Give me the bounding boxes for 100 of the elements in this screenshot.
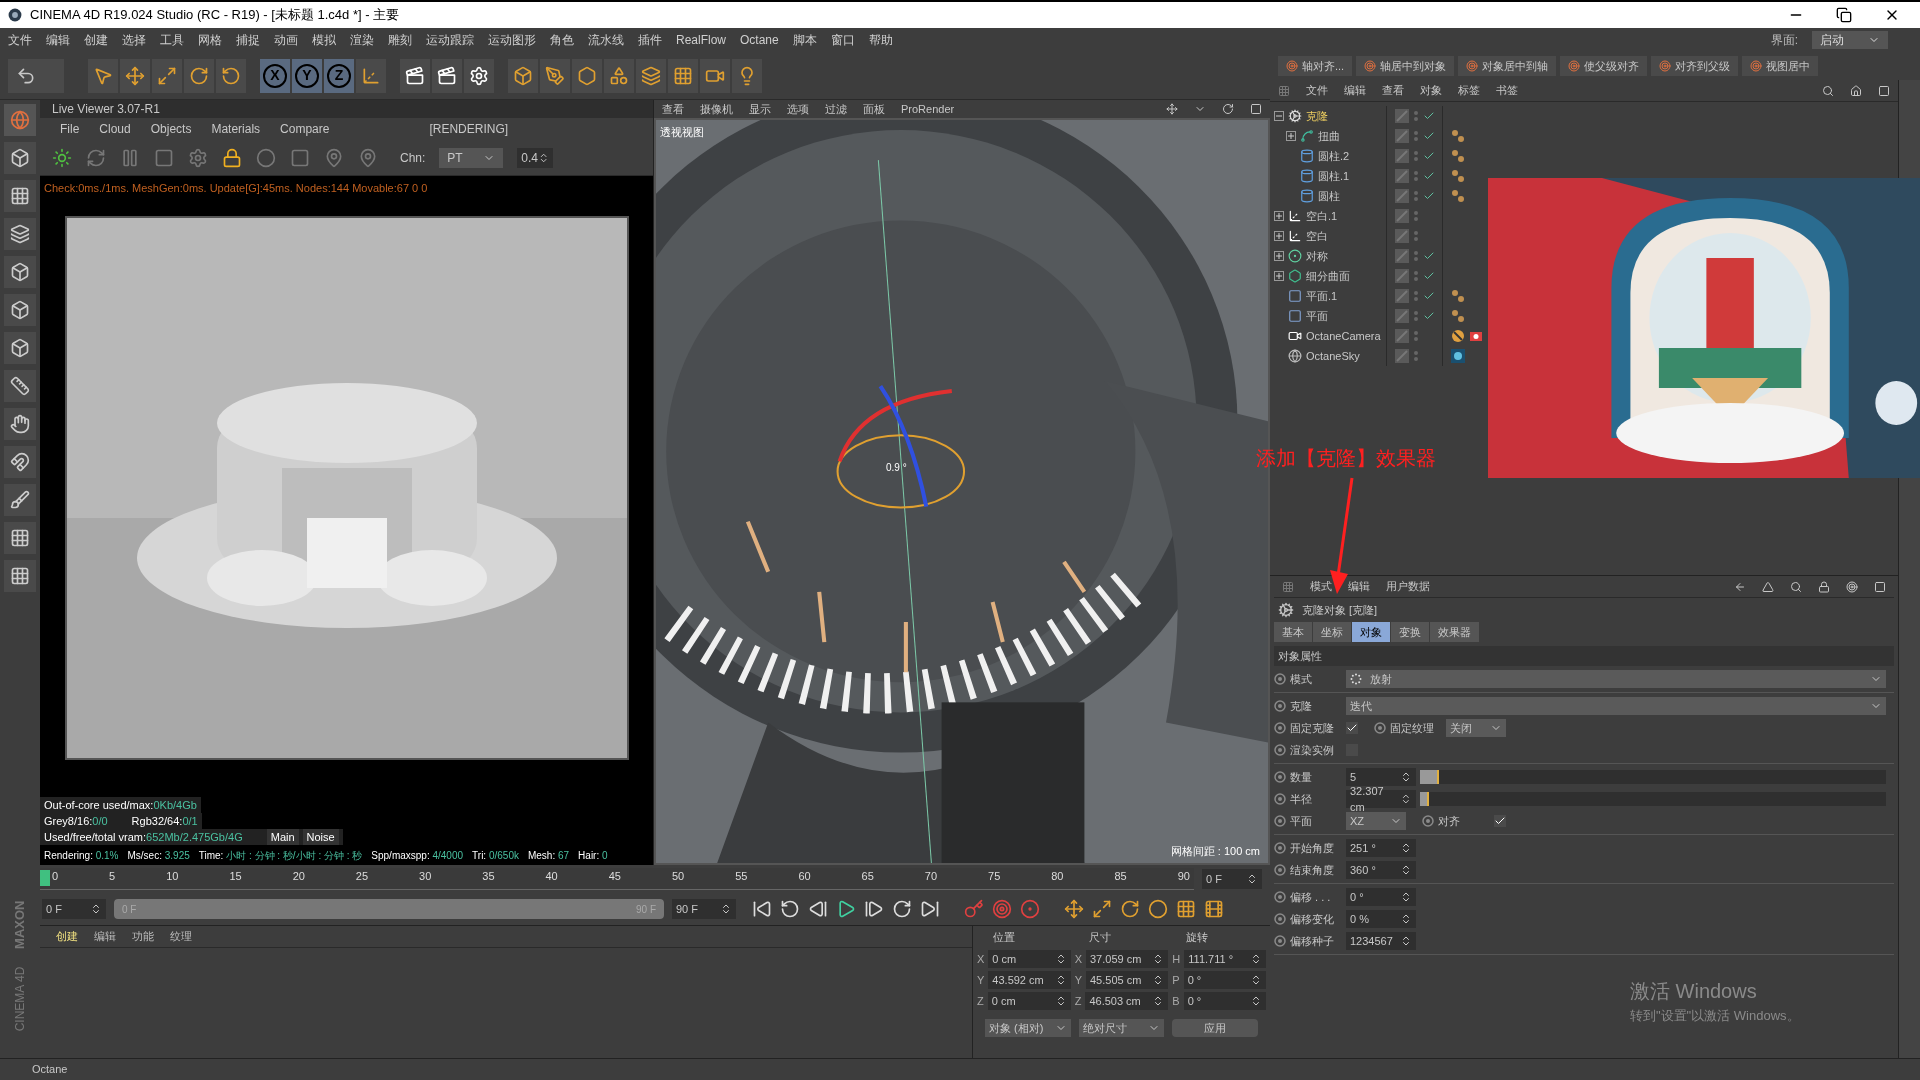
menu-item[interactable]: 工具 bbox=[160, 31, 184, 49]
dropdown[interactable]: XZ bbox=[1346, 812, 1406, 830]
dropdown[interactable]: 迭代 bbox=[1346, 697, 1886, 715]
channel-value-field[interactable]: 0.4 bbox=[517, 147, 554, 168]
menu-item[interactable]: 动画 bbox=[274, 31, 298, 49]
object-name[interactable]: 空白 bbox=[1306, 227, 1328, 245]
view-tab[interactable]: Main bbox=[266, 828, 299, 846]
align-button[interactable]: 使父级对齐 bbox=[1560, 56, 1648, 76]
number-field[interactable]: 0 ° bbox=[1346, 888, 1416, 906]
coordinate-field[interactable]: 0 cm bbox=[987, 992, 1071, 1010]
number-field[interactable]: 0 % bbox=[1346, 910, 1416, 928]
align-button[interactable]: 轴对齐... bbox=[1278, 56, 1353, 76]
attribute-tab[interactable]: 坐标 bbox=[1313, 622, 1351, 642]
menu-item[interactable]: 插件 bbox=[638, 31, 662, 49]
number-field[interactable]: 360 ° bbox=[1346, 861, 1416, 879]
frame-field[interactable]: 0 F bbox=[42, 899, 106, 919]
attribute-tab[interactable]: 对象 bbox=[1352, 622, 1390, 642]
menu-item[interactable]: 选择 bbox=[122, 31, 146, 49]
layout-dropdown[interactable]: 启动 bbox=[1812, 31, 1888, 49]
attribute-tab[interactable]: 变换 bbox=[1391, 622, 1429, 642]
menu-item[interactable]: 过滤 bbox=[825, 100, 847, 118]
align-button[interactable]: 轴居中到对象 bbox=[1356, 56, 1455, 76]
view-tab[interactable]: Noise bbox=[302, 828, 339, 846]
menu-item[interactable]: 创建 bbox=[84, 31, 108, 49]
dropdown[interactable]: 放射 bbox=[1346, 670, 1886, 688]
coordinate-field[interactable]: 0 cm bbox=[988, 950, 1071, 968]
coordinate-field[interactable]: 37.059 cm bbox=[1086, 950, 1169, 968]
menu-item[interactable]: RealFlow bbox=[676, 31, 726, 49]
menu-item[interactable]: 脚本 bbox=[792, 31, 817, 49]
menu-item[interactable]: 捕捉 bbox=[236, 31, 260, 49]
number-field[interactable]: 1234567 bbox=[1346, 932, 1416, 950]
menu-item[interactable]: 编辑 bbox=[1348, 578, 1370, 595]
menu-item[interactable]: 渲染 bbox=[350, 31, 374, 49]
menu-item[interactable]: File bbox=[60, 120, 80, 138]
attribute-tab[interactable]: 效果器 bbox=[1430, 622, 1479, 642]
axis-button[interactable]: X bbox=[260, 58, 290, 93]
menu-item[interactable]: 编辑 bbox=[1344, 82, 1366, 99]
menu-item[interactable]: 雕刻 bbox=[388, 31, 412, 49]
coordinate-field[interactable]: 0 ° bbox=[1183, 992, 1266, 1010]
menu-item[interactable]: 模拟 bbox=[312, 31, 336, 49]
object-name[interactable]: 圆柱.2 bbox=[1318, 147, 1350, 165]
align-button[interactable]: 对象居中到轴 bbox=[1458, 56, 1557, 76]
menu-item[interactable]: 文件 bbox=[8, 31, 32, 49]
menu-item[interactable]: 显示 bbox=[749, 100, 771, 118]
align-button[interactable]: 对齐到父级 bbox=[1651, 56, 1739, 76]
mode-dropdown[interactable]: 对象 (相对) bbox=[985, 1019, 1071, 1037]
menu-item[interactable]: 流水线 bbox=[588, 31, 624, 49]
object-name[interactable]: 平面 bbox=[1306, 307, 1328, 325]
object-name[interactable]: OctaneCamera bbox=[1306, 327, 1381, 345]
dropdown[interactable]: 关闭 bbox=[1446, 719, 1506, 737]
menu-item[interactable]: 摄像机 bbox=[700, 100, 733, 118]
menu-item[interactable]: Cloud bbox=[99, 120, 131, 138]
menu-item[interactable]: 运动图形 bbox=[488, 31, 536, 49]
number-field[interactable]: 5 bbox=[1346, 768, 1416, 786]
menu-item[interactable]: Octane bbox=[740, 31, 779, 49]
menu-item[interactable]: 书签 bbox=[1496, 82, 1518, 99]
object-name[interactable]: 圆柱.1 bbox=[1318, 167, 1350, 185]
object-name[interactable]: OctaneSky bbox=[1306, 347, 1360, 365]
menu-item[interactable]: Compare bbox=[280, 120, 330, 138]
axis-button[interactable]: Z bbox=[324, 58, 354, 93]
coordinate-field[interactable]: 111.711 ° bbox=[1184, 950, 1266, 968]
material-tab[interactable]: 纹理 bbox=[170, 928, 192, 945]
object-name[interactable]: 圆柱 bbox=[1318, 187, 1340, 205]
coordinate-field[interactable]: 43.592 cm bbox=[988, 971, 1071, 989]
menu-item[interactable]: 文件 bbox=[1306, 82, 1328, 99]
object-name[interactable]: 对称 bbox=[1306, 247, 1328, 265]
align-button[interactable]: 视图居中 bbox=[1742, 56, 1819, 76]
menu-item[interactable]: 面板 bbox=[863, 100, 885, 118]
object-name[interactable]: 克隆 bbox=[1306, 107, 1328, 125]
menu-item[interactable]: 标签 bbox=[1458, 82, 1480, 99]
menu-item[interactable]: 查看 bbox=[662, 100, 684, 118]
material-tab[interactable]: 编辑 bbox=[94, 928, 116, 945]
object-name[interactable]: 扭曲 bbox=[1318, 127, 1340, 145]
menu-item[interactable]: 窗口 bbox=[830, 31, 855, 49]
menu-item[interactable]: 查看 bbox=[1382, 82, 1404, 99]
frame-field[interactable]: 0 F bbox=[1202, 869, 1262, 889]
channel-dropdown[interactable]: PT bbox=[439, 147, 504, 168]
material-tab[interactable]: 功能 bbox=[132, 928, 154, 945]
menu-item[interactable]: 运动跟踪 bbox=[426, 31, 474, 49]
object-name[interactable]: 平面.1 bbox=[1306, 287, 1338, 305]
coordinate-field[interactable]: 0 ° bbox=[1183, 971, 1266, 989]
coordinate-field[interactable]: 46.503 cm bbox=[1085, 992, 1169, 1010]
menu-item[interactable]: 帮助 bbox=[868, 31, 893, 49]
menu-item[interactable]: Materials bbox=[211, 120, 261, 138]
coordinate-field[interactable]: 45.505 cm bbox=[1086, 971, 1169, 989]
apply-button[interactable]: 应用 bbox=[1172, 1019, 1258, 1037]
mode-dropdown[interactable]: 绝对尺寸 bbox=[1078, 1019, 1165, 1037]
menu-item[interactable]: 模式 bbox=[1310, 578, 1332, 595]
attribute-tab[interactable]: 基本 bbox=[1274, 622, 1312, 642]
frame-field[interactable]: 90 F bbox=[672, 899, 736, 919]
number-field[interactable]: 251 ° bbox=[1346, 839, 1416, 857]
menu-item[interactable]: 网格 bbox=[198, 31, 222, 49]
menu-item[interactable]: 用户数据 bbox=[1386, 578, 1430, 595]
material-tab[interactable]: 创建 bbox=[56, 928, 78, 945]
menu-item[interactable]: 编辑 bbox=[46, 31, 70, 49]
menu-item[interactable]: 选项 bbox=[787, 100, 809, 118]
object-name[interactable]: 细分曲面 bbox=[1306, 267, 1350, 285]
menu-item[interactable]: 角色 bbox=[550, 31, 574, 49]
axis-button[interactable]: Y bbox=[292, 58, 322, 93]
object-name[interactable]: 空白.1 bbox=[1306, 207, 1338, 225]
